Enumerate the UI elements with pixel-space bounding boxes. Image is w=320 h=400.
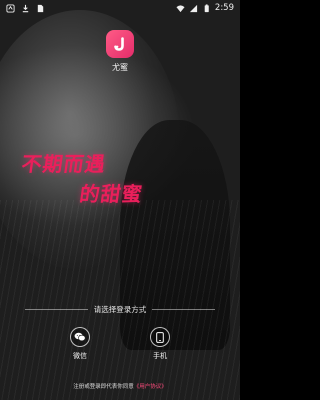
wechat-label: 微信 (73, 352, 87, 360)
app-name: 尤蜜 (112, 63, 128, 72)
slogan-line-2: 的甜蜜 (78, 182, 145, 206)
slogan-line-1: 不期而遇 (20, 152, 108, 176)
slogan: 不期而遇 的甜蜜 (20, 148, 230, 210)
phone-label: 手机 (153, 352, 167, 360)
wifi-icon (176, 4, 185, 12)
divider-right (152, 308, 215, 310)
file-icon (37, 4, 44, 12)
status-bar: 2:59 (0, 0, 240, 16)
login-method-title: 请选择登录方式 (93, 304, 147, 314)
background-rain (0, 200, 240, 400)
wechat-icon (74, 332, 86, 342)
logo-j-icon (114, 37, 124, 51)
download-icon (22, 4, 29, 12)
agreement-text: 注册或登录即代表你同意《用户协议》 (0, 382, 240, 390)
login-screen: 2:59 尤蜜 不期而遇 的甜蜜 请选择登录方式 微信 手机 注册或登录即代表你… (0, 0, 240, 400)
phone-icon-circle[interactable] (150, 327, 170, 347)
status-time: 2:59 (214, 3, 234, 13)
agreement-prefix: 注册或登录即代表你同意 (73, 384, 134, 390)
wechat-icon-circle[interactable] (70, 327, 90, 347)
login-method-header: 请选择登录方式 (25, 303, 215, 315)
app-notification-icon (6, 3, 15, 13)
battery-icon (204, 3, 209, 12)
phone-icon (156, 331, 164, 343)
wechat-login-button[interactable]: 微信 (65, 327, 95, 361)
app-logo (106, 30, 134, 58)
phone-login-button[interactable]: 手机 (145, 327, 175, 361)
divider-left (25, 308, 88, 310)
signal-icon (189, 4, 198, 12)
user-agreement-link[interactable]: 《用户协议》 (134, 384, 167, 390)
